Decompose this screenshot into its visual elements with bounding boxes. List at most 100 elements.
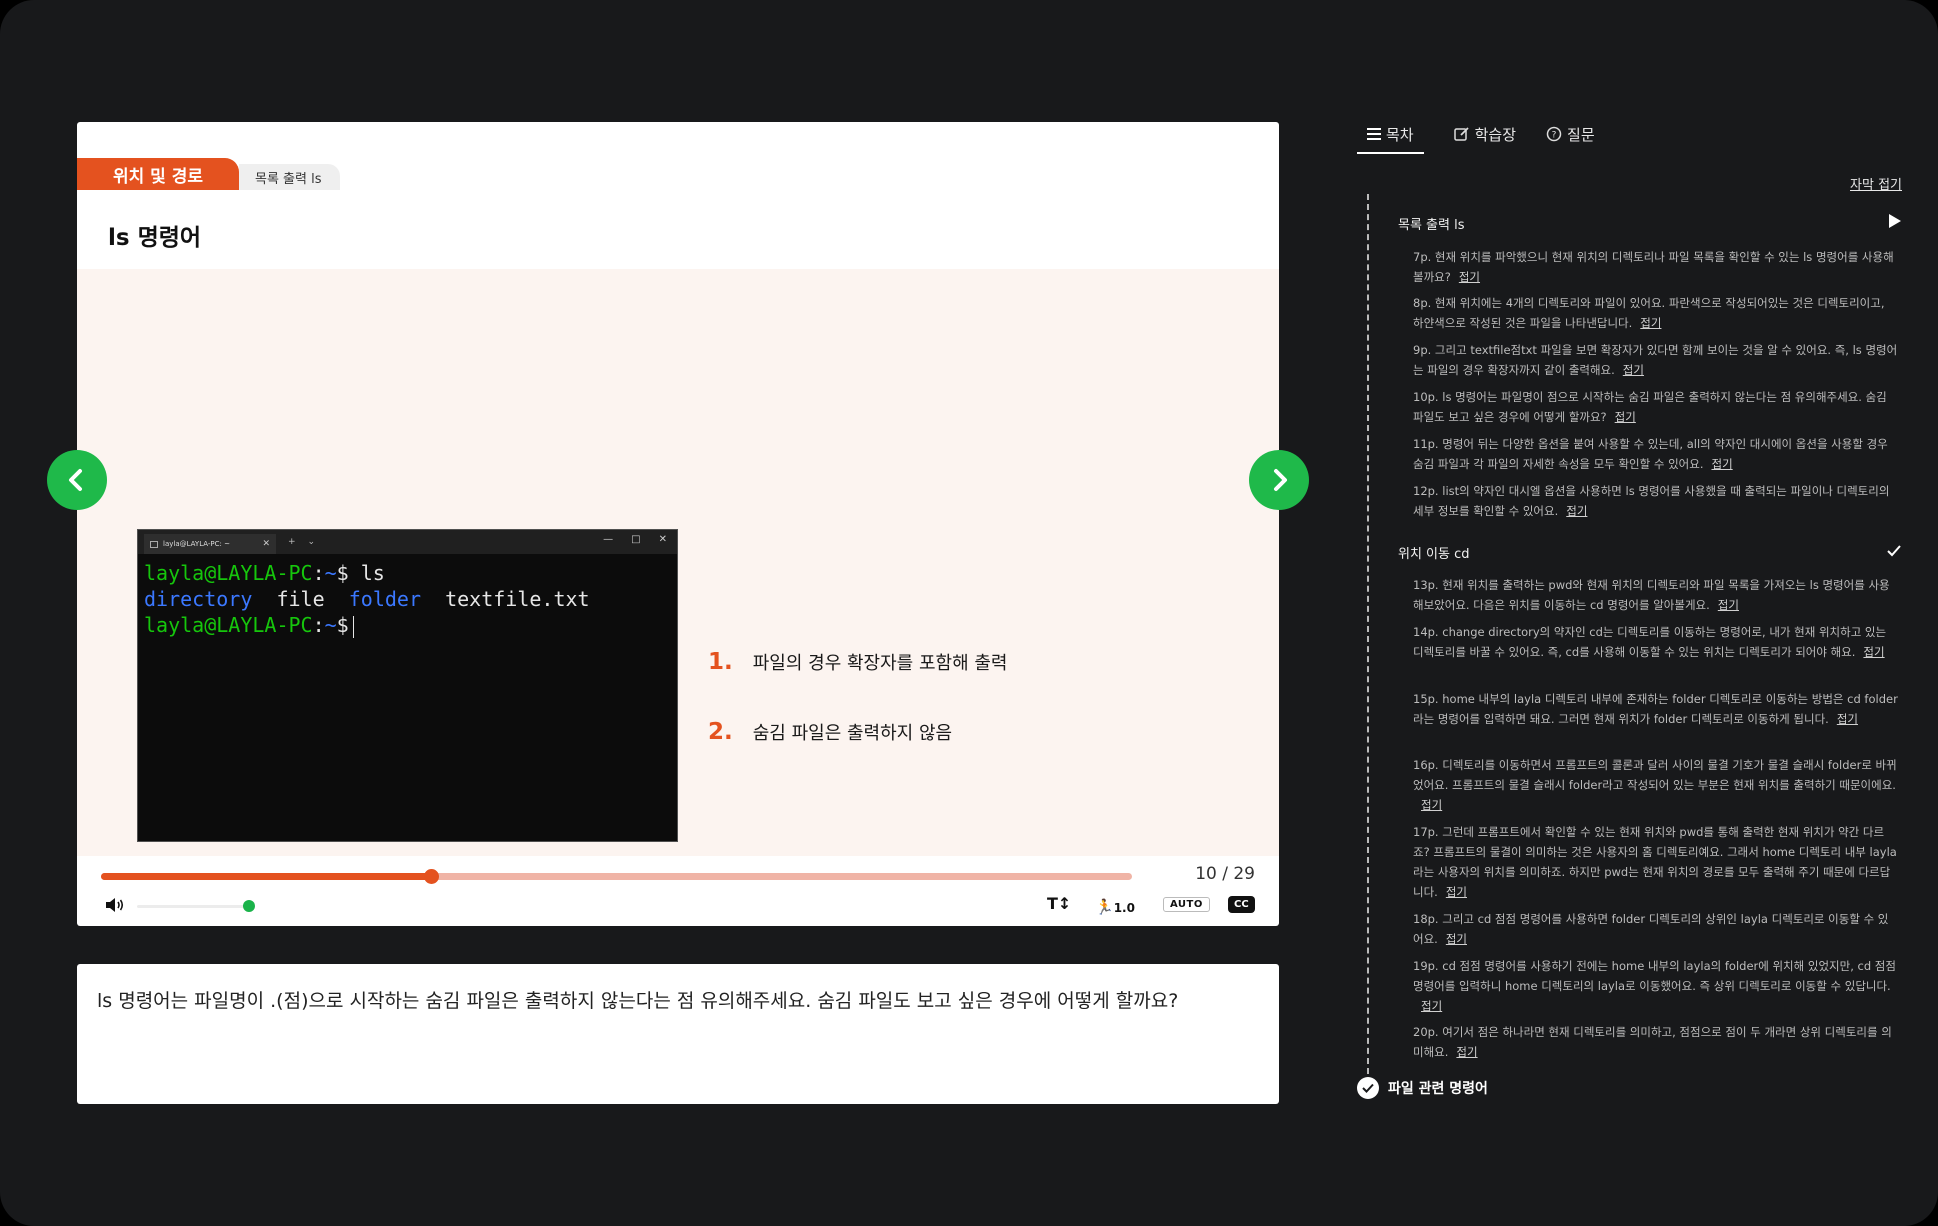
file-entry: file <box>276 587 325 611</box>
toc-item[interactable]: 16p. 디렉토리를 이동하면서 프롬프트의 콜론과 달러 사이의 물결 기호가… <box>1413 755 1898 815</box>
play-icon <box>1889 214 1901 228</box>
toc-item[interactable]: 19p. cd 점점 명령어를 사용하기 전에는 home 내부의 layla의… <box>1413 956 1898 1016</box>
toc-item-text: 10p. ls 명령어는 파일명이 점으로 시작하는 숨김 파일은 출력하지 않… <box>1413 390 1887 424</box>
toc-item[interactable]: 11p. 명령어 뒤는 다양한 옵션을 붙여 사용할 수 있는데, all의 약… <box>1413 434 1898 474</box>
file-entry: textfile.txt <box>445 587 590 611</box>
collapse-captions-link[interactable]: 자막 접기 <box>1850 174 1902 193</box>
check-icon <box>1887 545 1901 557</box>
tab-label: 질문 <box>1567 125 1595 144</box>
terminal-icon <box>150 540 158 548</box>
terminal-cursor <box>352 615 354 638</box>
terminal-tab-title: layla@LAYLA-PC: ~ <box>163 540 230 548</box>
toc-item[interactable]: 14p. change directory의 약자인 cd는 디렉토리를 이동하… <box>1413 622 1898 662</box>
key-point: 2. 숨김 파일은 출력하지 않음 <box>708 719 952 745</box>
tab-label: 학습장 <box>1474 125 1517 144</box>
fold-link[interactable]: 접기 <box>1446 885 1467 899</box>
question-icon: ? <box>1546 126 1562 142</box>
chevron-left-icon <box>69 469 82 491</box>
fold-link[interactable]: 접기 <box>1566 504 1587 518</box>
previous-slide-button[interactable] <box>47 450 107 510</box>
key-point: 1. 파일의 경우 확장자를 포함해 출력 <box>708 649 1007 675</box>
toc-item[interactable]: 17p. 그런데 프롬프트에서 확인할 수 있는 현재 위치와 pwd를 통해 … <box>1413 822 1898 902</box>
toc-item-text: 13p. 현재 위치를 출력하는 pwd와 현재 위치의 디렉토리와 파일 목록… <box>1413 578 1890 612</box>
chevron-right-icon <box>1274 469 1287 491</box>
toc-item[interactable]: 18p. 그리고 cd 점점 명령어를 사용하면 folder 디렉토리의 상위… <box>1413 909 1898 949</box>
point-text: 숨김 파일은 출력하지 않음 <box>752 723 953 744</box>
slide-title: ls 명령어 <box>108 225 202 251</box>
toc-item[interactable]: 8p. 현재 위치에는 4개의 디렉토리와 파일이 있어요. 파란색으로 작성되… <box>1413 293 1898 333</box>
toc-item-text: 16p. 디렉토리를 이동하면서 프롬프트의 콜론과 달러 사이의 물결 기호가… <box>1413 758 1897 792</box>
list-icon <box>1367 128 1381 140</box>
fold-link[interactable]: 접기 <box>1615 410 1636 424</box>
dir-entry: directory <box>144 587 253 611</box>
tab-questions[interactable]: ? 질문 <box>1546 116 1595 152</box>
toc-item-text: 19p. cd 점점 명령어를 사용하기 전에는 home 내부의 layla의… <box>1413 959 1896 993</box>
chevron-down-icon: ⌄ <box>307 537 316 547</box>
toc-next-section[interactable]: 파일 관련 명령어 <box>1357 1077 1488 1099</box>
svg-text:?: ? <box>1552 131 1557 141</box>
minimize-icon: — <box>603 534 614 545</box>
fold-link[interactable]: 접기 <box>1421 999 1442 1013</box>
fold-link[interactable]: 접기 <box>1837 712 1858 726</box>
auto-play-button[interactable]: AUTO <box>1163 897 1210 912</box>
prompt-user: layla@LAYLA-PC <box>144 561 313 585</box>
timeline-line <box>1367 194 1369 1074</box>
progress-bar[interactable] <box>101 869 1132 884</box>
fold-link[interactable]: 접기 <box>1421 798 1442 812</box>
terminal-tab: layla@LAYLA-PC: ~ ✕ <box>144 534 276 554</box>
prompt-path: ~ <box>324 613 337 637</box>
toc-item[interactable]: 9p. 그리고 textfile점txt 파일을 보면 확장자가 있다면 함께 … <box>1413 340 1898 380</box>
toc-item-text: 9p. 그리고 textfile점txt 파일을 보면 확장자가 있다면 함께 … <box>1413 343 1898 377</box>
running-person-icon: 🏃 <box>1095 898 1114 916</box>
toc-item-text: 7p. 현재 위치를 파악했으니 현재 위치의 디렉토리나 파일 목록을 확인할… <box>1413 250 1894 284</box>
volume-handle[interactable] <box>243 900 256 912</box>
toc-item[interactable]: 20p. 여기서 점은 하나라면 현재 디렉토리를 의미하고, 점점으로 점이 … <box>1413 1022 1898 1062</box>
fold-link[interactable]: 접기 <box>1456 1045 1477 1059</box>
toc-item-text: 15p. home 내부의 layla 디렉토리 내부에 존재하는 folder… <box>1413 692 1898 726</box>
fold-link[interactable]: 접기 <box>1623 363 1644 377</box>
volume-slider[interactable] <box>137 905 255 908</box>
volume-icon[interactable] <box>104 896 126 914</box>
toc-item-text: 20p. 여기서 점은 하나라면 현재 디렉토리를 의미하고, 점점으로 점이 … <box>1413 1025 1892 1059</box>
prompt-command: $ <box>336 613 349 637</box>
terminal-line: layla@LAYLA-PC:~$ ls <box>144 560 671 586</box>
prompt-path: ~ <box>324 561 337 585</box>
prompt-command: $ ls <box>336 561 385 585</box>
fold-link[interactable]: 접기 <box>1863 645 1884 659</box>
toc-section-title: 파일 관련 명령어 <box>1388 1081 1488 1097</box>
terminal-titlebar: layla@LAYLA-PC: ~ ✕ + ⌄ — □ ✕ <box>138 530 677 554</box>
toc-item[interactable]: 13p. 현재 위치를 출력하는 pwd와 현재 위치의 디렉토리와 파일 목록… <box>1413 575 1898 615</box>
toc-item[interactable]: 10p. ls 명령어는 파일명이 점으로 시작하는 숨김 파일은 출력하지 않… <box>1413 387 1898 427</box>
toc-section-title[interactable]: 위치 이동 cd <box>1398 543 1470 562</box>
fold-link[interactable]: 접기 <box>1459 270 1480 284</box>
toc-item-text: 14p. change directory의 약자인 cd는 디렉토리를 이동하… <box>1413 625 1887 659</box>
toc-item[interactable]: 12p. list의 약자인 대시엘 옵션을 사용하면 ls 명령어를 사용했을… <box>1413 481 1898 521</box>
text-size-button[interactable]: T↕ <box>1047 894 1071 913</box>
page-counter: 10 / 29 <box>1195 864 1255 884</box>
toc-section-title[interactable]: 목록 출력 ls <box>1398 214 1465 233</box>
fold-link[interactable]: 접기 <box>1718 598 1739 612</box>
section-tab: 위치 및 경로 <box>77 158 239 190</box>
fold-link[interactable]: 접기 <box>1640 316 1661 330</box>
next-slide-button[interactable] <box>1249 450 1309 510</box>
close-icon: ✕ <box>658 534 667 545</box>
point-text: 파일의 경우 확장자를 포함해 출력 <box>752 653 1008 674</box>
prompt-user: layla@LAYLA-PC <box>144 613 313 637</box>
check-circle-icon <box>1357 1077 1379 1099</box>
toc-item[interactable]: 15p. home 내부의 layla 디렉토리 내부에 존재하는 folder… <box>1413 689 1898 729</box>
progress-handle[interactable] <box>423 869 439 884</box>
maximize-icon: □ <box>631 534 641 545</box>
playback-speed-button[interactable]: 🏃1.0 <box>1095 898 1135 916</box>
toc-item[interactable]: 7p. 현재 위치를 파악했으니 현재 위치의 디렉토리나 파일 목록을 확인할… <box>1413 247 1898 287</box>
note-edit-icon <box>1453 127 1469 141</box>
tab-notebook[interactable]: 학습장 <box>1453 116 1517 152</box>
fold-link[interactable]: 접기 <box>1446 932 1467 946</box>
caption-box: ls 명령어는 파일명이 .(점)으로 시작하는 숨김 파일은 출력하지 않는다… <box>77 964 1279 1104</box>
window-controls: — □ ✕ <box>603 534 667 545</box>
prompt-colon: : <box>312 613 325 637</box>
closed-caption-button[interactable]: CC <box>1228 896 1255 913</box>
point-number: 2. <box>708 719 733 745</box>
fold-link[interactable]: 접기 <box>1711 457 1732 471</box>
tab-table-of-contents[interactable]: 목차 <box>1357 116 1424 154</box>
terminal-screenshot: layla@LAYLA-PC: ~ ✕ + ⌄ — □ ✕ layla@LAYL… <box>137 529 678 842</box>
